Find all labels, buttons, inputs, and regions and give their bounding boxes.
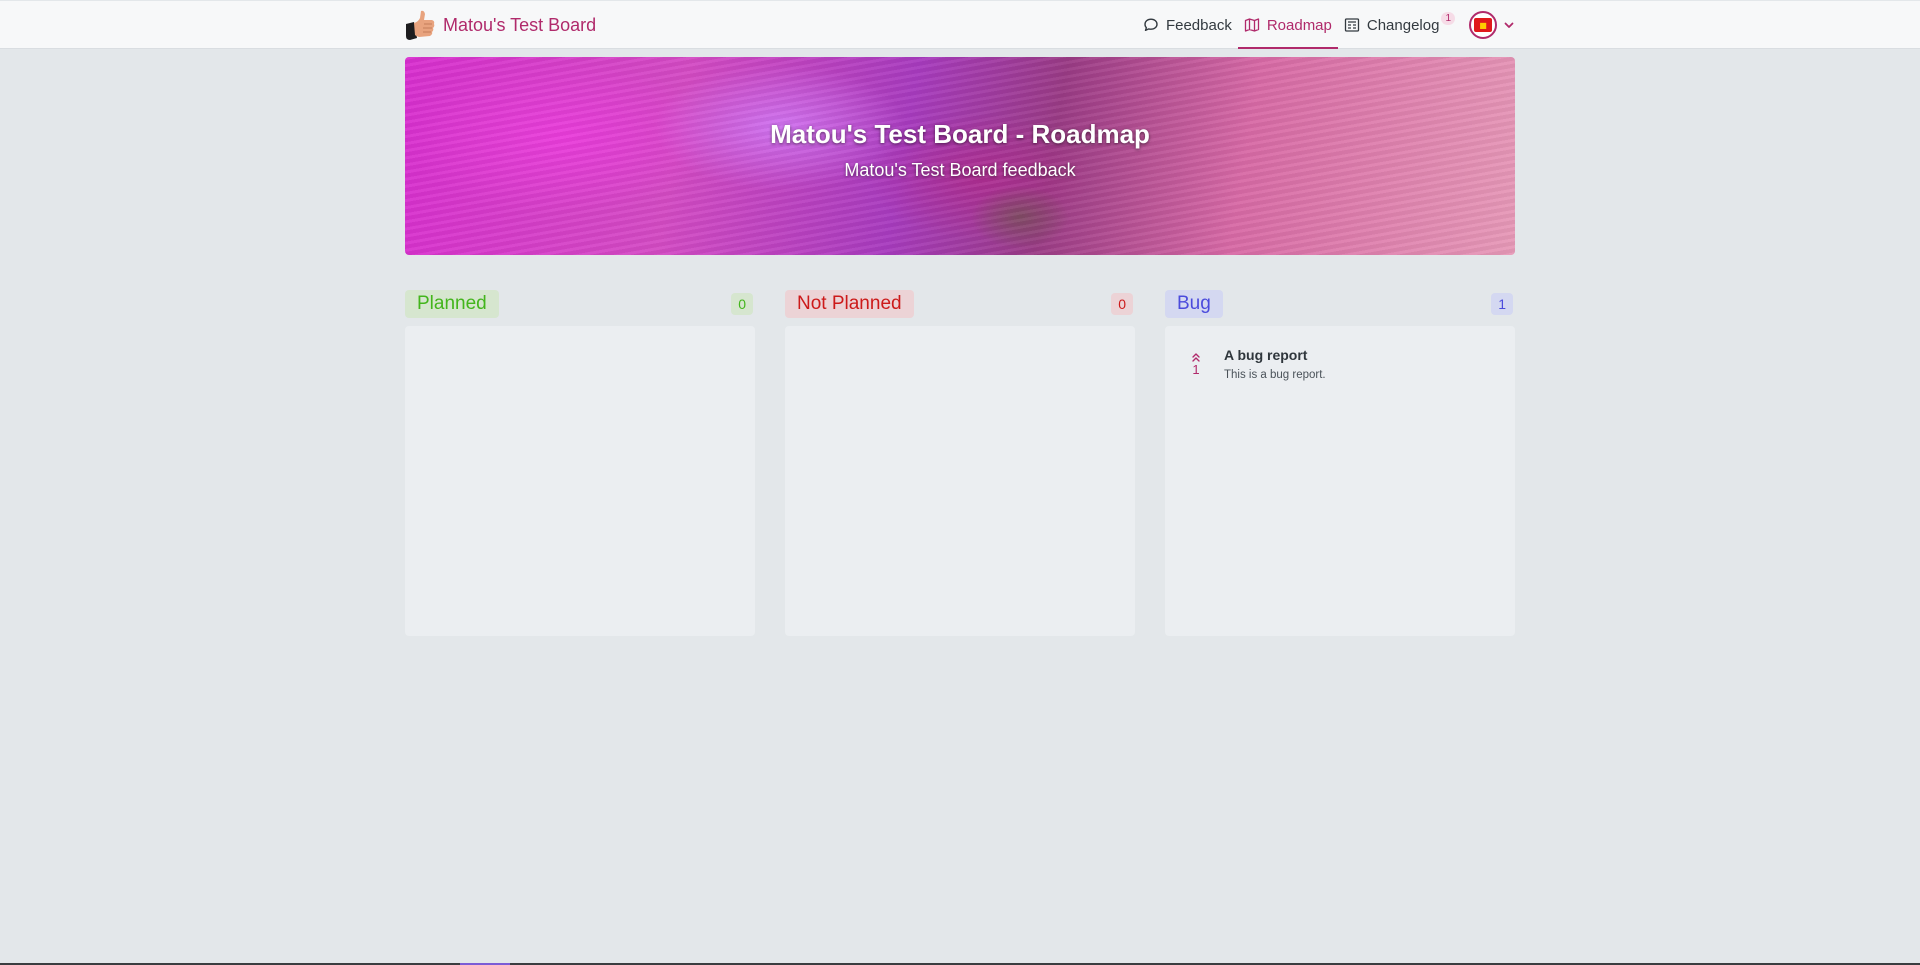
column-planned: Planned 0	[405, 290, 755, 636]
main-nav: Feedback Roadmap Changelog 1 ■	[1137, 1, 1515, 49]
column-not-planned: Not Planned 0	[785, 290, 1135, 636]
nav-roadmap-label: Roadmap	[1266, 16, 1332, 34]
board-home-link[interactable]: Matou's Test Board	[405, 9, 596, 41]
post-description: This is a bug report.	[1224, 369, 1326, 381]
column-label: Not Planned	[785, 290, 914, 318]
column-count: 0	[1111, 293, 1133, 315]
chevron-down-icon	[1504, 22, 1514, 28]
avatar: ■	[1469, 11, 1497, 39]
nav-feedback[interactable]: Feedback	[1137, 1, 1238, 49]
changelog-count-badge: 1	[1441, 11, 1455, 25]
roadmap-columns: Planned 0 Not Planned 0 Bug 1 1 A bug re…	[405, 290, 1515, 636]
column-list: 1 A bug report This is a bug report.	[1165, 326, 1515, 636]
post-item[interactable]: 1 A bug report This is a bug report.	[1165, 346, 1515, 381]
banner-texture	[405, 57, 1515, 255]
nav-feedback-label: Feedback	[1165, 16, 1232, 34]
post-content: A bug report This is a bug report.	[1224, 346, 1326, 381]
column-header: Not Planned 0	[785, 290, 1135, 318]
column-list	[785, 326, 1135, 636]
nav-roadmap[interactable]: Roadmap	[1237, 1, 1338, 49]
nav-changelog-label: Changelog	[1366, 16, 1440, 34]
board-name: Matou's Test Board	[443, 14, 597, 35]
top-navigation-bar: Matou's Test Board Feedback Roadmap Chan…	[0, 1, 1920, 49]
post-title: A bug report	[1224, 347, 1308, 363]
column-count: 1	[1491, 293, 1513, 315]
column-bug: Bug 1 1 A bug report This is a bug repor…	[1165, 290, 1515, 636]
user-menu-toggle[interactable]: ■	[1469, 11, 1515, 39]
page-title: Matou's Test Board - Roadmap	[770, 119, 1150, 149]
column-header: Planned 0	[405, 290, 755, 318]
vote-count: 1	[1192, 362, 1200, 377]
page-subtitle: Matou's Test Board feedback	[844, 160, 1076, 180]
column-count: 0	[731, 293, 753, 315]
map-icon	[1244, 18, 1259, 32]
chat-bubble-icon	[1144, 18, 1158, 31]
column-label: Planned	[405, 290, 499, 318]
hero-banner: Matou's Test Board - Roadmap Matou's Tes…	[405, 57, 1515, 255]
newspaper-icon	[1344, 18, 1360, 32]
thumbs-up-logo-icon	[406, 10, 435, 40]
column-list	[405, 326, 755, 636]
column-header: Bug 1	[1165, 290, 1515, 318]
double-chevron-up-icon	[1192, 353, 1200, 362]
upvote-button[interactable]: 1	[1189, 352, 1203, 381]
avatar-image: ■	[1474, 18, 1492, 32]
column-label: Bug	[1165, 290, 1223, 318]
nav-changelog[interactable]: Changelog 1	[1338, 1, 1461, 49]
